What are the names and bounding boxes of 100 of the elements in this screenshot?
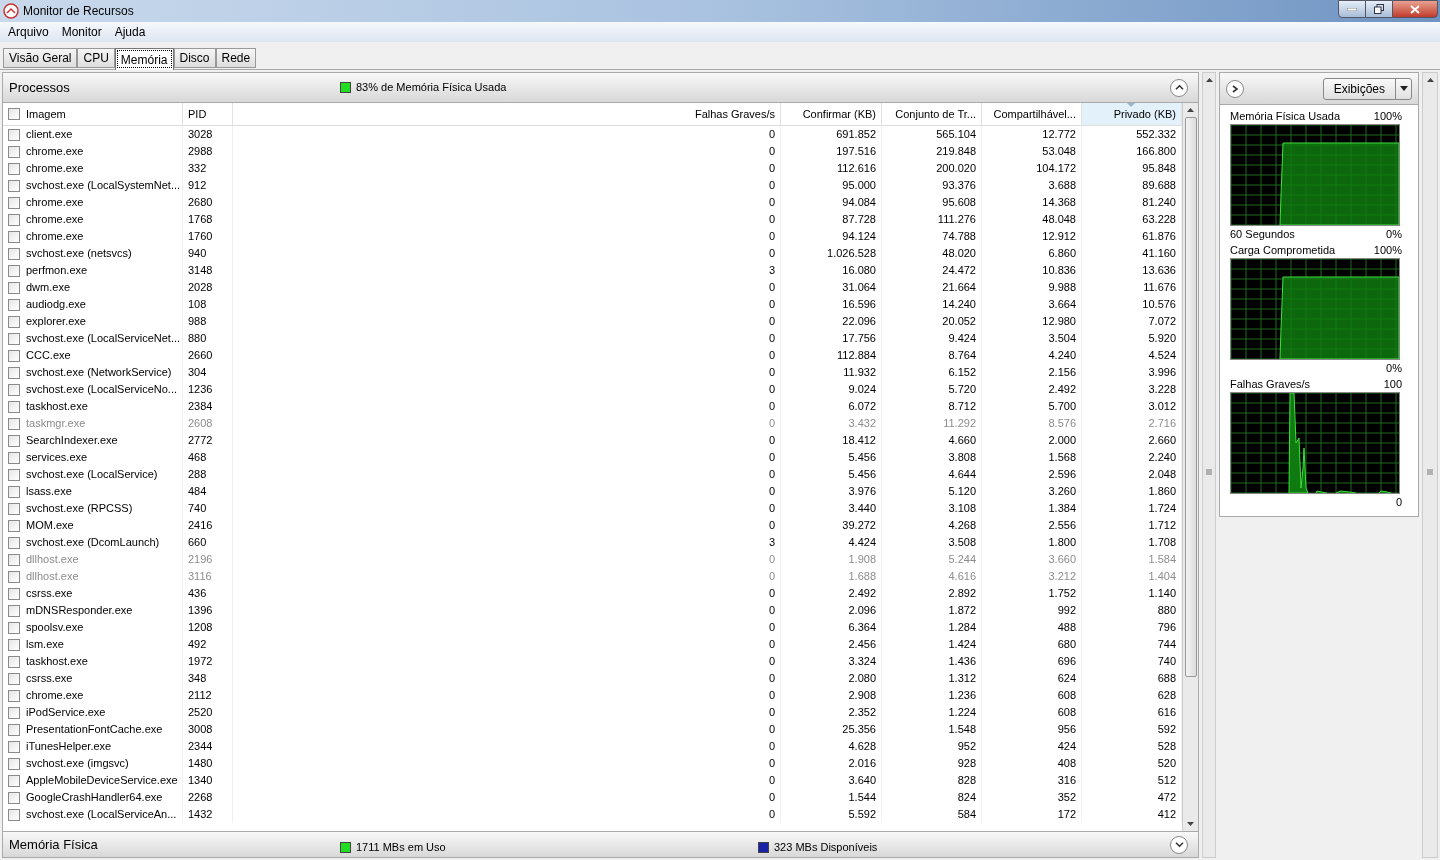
checkbox[interactable] (8, 706, 20, 719)
checkbox[interactable] (8, 536, 20, 549)
table-row[interactable]: chrome.exe 2680 0 94.084 95.608 14.368 81.240 (3, 194, 1182, 211)
table-row[interactable]: svchost.exe (LocalServiceNet... 880 0 17.756 9.424 3.504 5.920 (3, 330, 1182, 347)
column-header[interactable]: PID (188, 105, 207, 123)
close-button[interactable] (1392, 0, 1438, 18)
expand-button[interactable] (1226, 79, 1244, 98)
table-row[interactable]: svchost.exe (LocalService) 288 0 5.456 4.644 2.596 2.048 (3, 466, 1182, 483)
scrollbar[interactable] (1422, 72, 1438, 858)
checkbox[interactable] (8, 791, 20, 804)
checkbox[interactable] (8, 621, 20, 634)
checkbox[interactable] (8, 366, 20, 379)
checkbox[interactable] (8, 774, 20, 787)
checkbox[interactable] (8, 808, 20, 821)
table-row[interactable]: explorer.exe 988 0 22.096 20.052 12.980 7.072 (3, 313, 1182, 330)
table-row[interactable]: client.exe 3028 0 691.852 565.104 12.772 552.332 (3, 126, 1182, 143)
tab[interactable]: Disco (173, 48, 216, 68)
checkbox[interactable] (8, 740, 20, 753)
tab[interactable]: CPU (77, 48, 115, 68)
minimize-button[interactable] (1338, 0, 1366, 18)
checkbox[interactable] (8, 383, 20, 396)
menu-item[interactable]: Ajuda (108, 23, 152, 41)
checkbox[interactable] (8, 417, 20, 430)
table-row[interactable]: dllhost.exe 2196 0 1.908 5.244 3.660 1.584 (3, 551, 1182, 568)
checkbox[interactable] (8, 162, 20, 175)
table-row[interactable]: GoogleCrashHandler64.exe 2268 0 1.544 824 352 472 (3, 789, 1182, 806)
checkbox[interactable] (8, 655, 20, 668)
tab[interactable]: Visão Geral (3, 48, 78, 68)
column-header[interactable]: Compartilhável... (993, 105, 1076, 123)
expand-button[interactable] (1170, 835, 1188, 854)
table-row[interactable]: audiodg.exe 108 0 16.596 14.240 3.664 10.576 (3, 296, 1182, 313)
checkbox[interactable] (8, 468, 20, 481)
table-row[interactable]: mDNSResponder.exe 1396 0 2.096 1.872 992 880 (3, 602, 1182, 619)
checkbox[interactable] (8, 264, 20, 277)
checkbox[interactable] (8, 638, 20, 651)
table-row[interactable]: dwm.exe 2028 0 31.064 21.664 9.988 11.676 (3, 279, 1182, 296)
checkbox[interactable] (8, 179, 20, 192)
table-row[interactable]: csrss.exe 436 0 2.492 2.892 1.752 1.140 (3, 585, 1182, 602)
table-row[interactable]: svchost.exe (DcomLaunch) 660 3 4.424 3.508 1.800 1.708 (3, 534, 1182, 551)
table-row[interactable]: services.exe 468 0 5.456 3.808 1.568 2.240 (3, 449, 1182, 466)
table-row[interactable]: lsm.exe 492 0 2.456 1.424 680 744 (3, 636, 1182, 653)
table-row[interactable]: chrome.exe 2988 0 197.516 219.848 53.048 166.800 (3, 143, 1182, 160)
checkbox[interactable] (8, 145, 20, 158)
table-row[interactable]: spoolsv.exe 1208 0 6.364 1.284 488 796 (3, 619, 1182, 636)
scroll-up-icon[interactable] (1426, 78, 1434, 82)
table-row[interactable]: chrome.exe 1768 0 87.728 111.276 48.048 63.228 (3, 211, 1182, 228)
restore-button[interactable] (1366, 0, 1392, 18)
checkbox[interactable] (8, 485, 20, 498)
checkbox[interactable] (8, 451, 20, 464)
checkbox[interactable] (8, 570, 20, 583)
table-row[interactable]: svchost.exe (netsvcs) 940 0 1.026.528 48.020 6.860 41.160 (3, 245, 1182, 262)
checkbox[interactable] (8, 723, 20, 736)
checkbox[interactable] (8, 689, 20, 702)
tab[interactable]: Rede (215, 48, 257, 68)
views-button[interactable]: Exibições (1322, 77, 1412, 100)
table-row[interactable]: chrome.exe 2112 0 2.908 1.236 608 628 (3, 687, 1182, 704)
column-header[interactable]: Falhas Graves/s (694, 105, 775, 123)
checkbox[interactable] (8, 604, 20, 617)
checkbox[interactable] (8, 672, 20, 685)
table-row[interactable]: perfmon.exe 3148 3 16.080 24.472 10.836 13.636 (3, 262, 1182, 279)
collapse-button[interactable] (1170, 78, 1188, 97)
column-header[interactable]: Conjunto de Tr... (895, 105, 976, 123)
checkbox[interactable] (8, 400, 20, 413)
checkbox[interactable] (8, 108, 20, 120)
checkbox[interactable] (8, 587, 20, 600)
menu-item[interactable]: Monitor (55, 23, 108, 41)
scroll-up-icon[interactable] (1205, 78, 1213, 82)
table-row[interactable]: taskhost.exe 2384 0 6.072 8.712 5.700 3.012 (3, 398, 1182, 415)
checkbox[interactable] (8, 434, 20, 447)
table-row[interactable]: svchost.exe (LocalServiceNo... 1236 0 9.024 5.720 2.492 3.228 (3, 381, 1182, 398)
checkbox[interactable] (8, 757, 20, 770)
table-row[interactable]: chrome.exe 1760 0 94.124 74.788 12.912 61.876 (3, 228, 1182, 245)
table-row[interactable]: AppleMobileDeviceService.exe 1340 0 3.640 828 316 512 (3, 772, 1182, 789)
table-row[interactable]: lsass.exe 484 0 3.976 5.120 3.260 1.860 (3, 483, 1182, 500)
checkbox[interactable] (8, 230, 20, 243)
table-row[interactable]: svchost.exe (RPCSS) 740 0 3.440 3.108 1.384 1.724 (3, 500, 1182, 517)
table-row[interactable]: PresentationFontCache.exe 3008 0 25.356 1.548 956 592 (3, 721, 1182, 738)
table-row[interactable]: SearchIndexer.exe 2772 0 18.412 4.660 2.000 2.660 (3, 432, 1182, 449)
checkbox[interactable] (8, 332, 20, 345)
table-row[interactable]: iTunesHelper.exe 2344 0 4.628 952 424 528 (3, 738, 1182, 755)
table-row[interactable]: CCC.exe 2660 0 112.884 8.764 4.240 4.524 (3, 347, 1182, 364)
table-row[interactable]: iPodService.exe 2520 0 2.352 1.224 608 616 (3, 704, 1182, 721)
checkbox[interactable] (8, 315, 20, 328)
scrollbar[interactable] (1202, 72, 1216, 858)
checkbox[interactable] (8, 247, 20, 260)
checkbox[interactable] (8, 281, 20, 294)
scroll-up-icon[interactable] (1187, 108, 1194, 112)
column-header[interactable]: Imagem (26, 105, 66, 123)
table-row[interactable]: taskhost.exe 1972 0 3.324 1.436 696 740 (3, 653, 1182, 670)
table-row[interactable]: csrss.exe 348 0 2.080 1.312 624 688 (3, 670, 1182, 687)
tab[interactable]: Memória (114, 48, 174, 70)
table-row[interactable]: svchost.exe (LocalSystemNet... 912 0 95.000 93.376 3.688 89.688 (3, 177, 1182, 194)
scrollbar[interactable] (1182, 103, 1198, 831)
table-row[interactable]: svchost.exe (imgsvc) 1480 0 2.016 928 408 520 (3, 755, 1182, 772)
table-row[interactable]: svchost.exe (LocalServiceAn... 1432 0 5.592 584 172 412 (3, 806, 1182, 823)
menu-item[interactable]: Arquivo (2, 23, 55, 41)
checkbox[interactable] (8, 213, 20, 226)
checkbox[interactable] (8, 349, 20, 362)
checkbox[interactable] (8, 298, 20, 311)
checkbox[interactable] (8, 128, 20, 141)
